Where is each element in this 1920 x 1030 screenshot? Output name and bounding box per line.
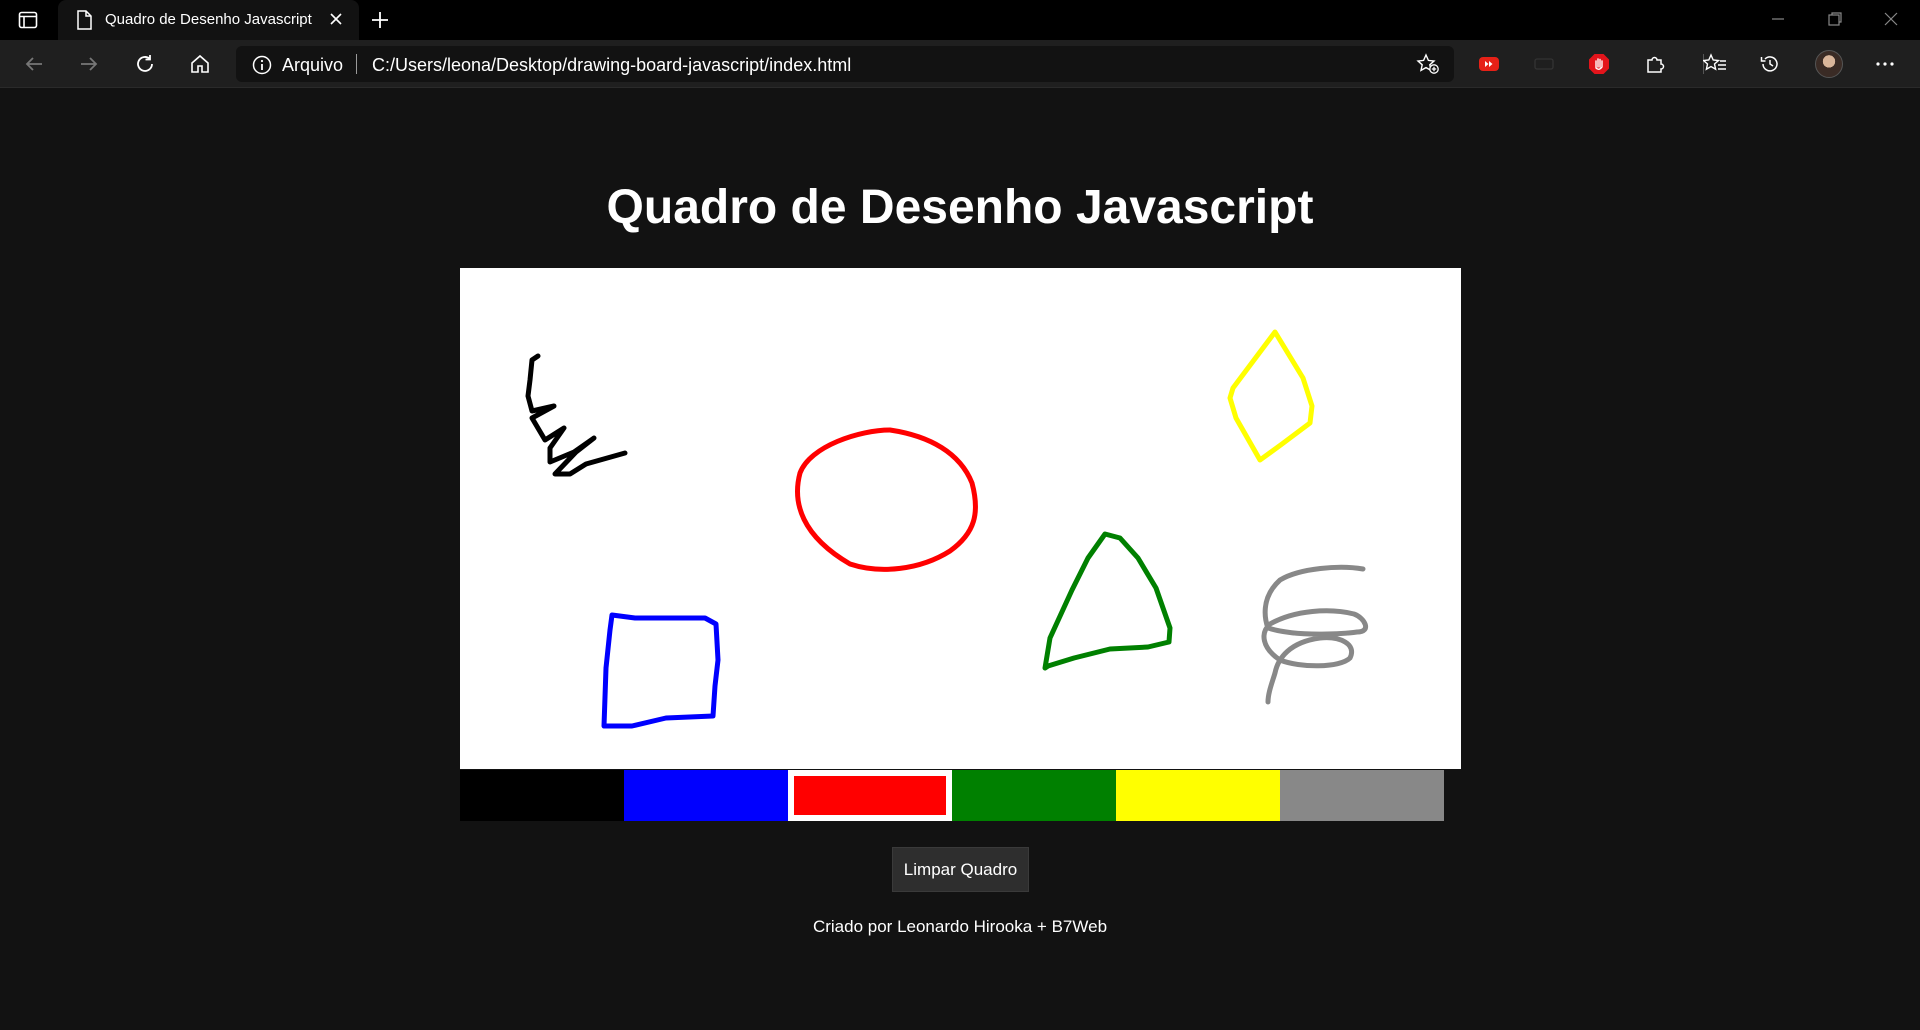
refresh-icon[interactable] [133, 52, 157, 76]
address-url[interactable]: C:/Users/leona/Desktop/drawing-board-jav… [372, 55, 851, 76]
tab-title: Quadro de Desenho Javascript [105, 11, 312, 28]
address-scheme-label: Arquivo [282, 55, 344, 75]
yellow-diamond-stroke [1227, 329, 1315, 463]
close-window-icon[interactable] [1882, 10, 1900, 33]
browser-toolbar: Arquivo C:/Users/leona/Desktop/drawing-b… [0, 40, 1920, 88]
color-swatch-green[interactable] [952, 770, 1116, 821]
active-tab[interactable]: Quadro de Desenho Javascript [58, 0, 359, 40]
color-swatch-black[interactable] [460, 770, 624, 821]
youtube-extension-icon[interactable] [1477, 52, 1501, 76]
add-favorite-icon[interactable] [1416, 53, 1440, 80]
more-options-icon[interactable] [1873, 52, 1897, 76]
restore-icon[interactable] [1826, 10, 1844, 33]
extensions-puzzle-icon[interactable] [1643, 52, 1667, 76]
history-icon[interactable] [1758, 52, 1782, 76]
ad-blocker-hand-icon[interactable] [1587, 52, 1611, 76]
forward-icon[interactable] [77, 52, 101, 76]
clear-board-button[interactable]: Limpar Quadro [892, 847, 1029, 892]
minimize-icon[interactable] [1769, 10, 1787, 33]
credits-text: Criado por Leonardo Hirooka + B7Web [812, 917, 1108, 936]
new-tab-icon[interactable] [369, 9, 391, 36]
gray-spiral-stroke [1261, 564, 1369, 705]
red-circle-stroke [795, 427, 978, 572]
page-title: Quadro de Desenho Javascript [606, 181, 1314, 234]
document-icon [76, 10, 92, 35]
browser-tab-bar: Quadro de Desenho Javascript [0, 0, 1920, 40]
blue-square-stroke [601, 612, 721, 729]
tab-actions-icon[interactable] [16, 9, 40, 31]
drawing-board-canvas[interactable] [460, 268, 1461, 769]
color-swatch-gray[interactable] [1280, 770, 1444, 821]
favorites-icon[interactable] [1703, 52, 1727, 76]
black-zigzag-stroke [525, 353, 628, 477]
info-icon[interactable] [252, 55, 272, 80]
home-icon[interactable] [188, 52, 212, 76]
address-bar[interactable]: Arquivo C:/Users/leona/Desktop/drawing-b… [236, 46, 1454, 82]
color-palette [460, 770, 1461, 821]
back-icon[interactable] [22, 52, 46, 76]
color-swatch-yellow[interactable] [1116, 770, 1280, 821]
green-triangle-stroke [1042, 531, 1173, 671]
color-swatch-blue[interactable] [624, 770, 788, 821]
color-swatch-red[interactable] [788, 770, 952, 821]
profile-avatar[interactable] [1815, 50, 1843, 78]
extension-faded-icon[interactable] [1532, 52, 1556, 76]
close-tab-icon[interactable] [328, 11, 344, 32]
address-separator [356, 54, 357, 74]
